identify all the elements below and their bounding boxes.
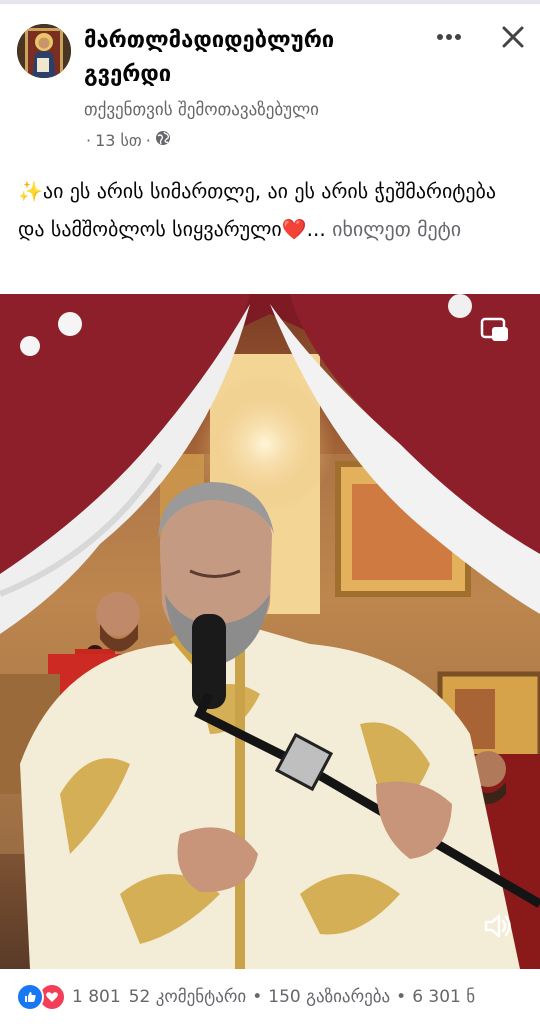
post-footer: 1 801 52 კომენტარი • 150 გაზიარება • 6 3… — [0, 969, 540, 1024]
see-more-link[interactable]: იხილეთ მეტი — [332, 217, 461, 241]
post-time[interactable]: 13 სთ — [95, 131, 142, 150]
close-icon — [502, 26, 524, 48]
reactions-summary[interactable] — [16, 982, 66, 1011]
post-meta: · 13 სთ · — [86, 130, 171, 150]
heart-emoji: ❤️ — [281, 217, 307, 241]
post-caption: ✨აი ეს არის სიმართლე, აი ეს არის ჭეშმარი… — [18, 172, 528, 248]
like-reaction-icon — [16, 982, 44, 1011]
caption-ellipsis: ... — [306, 217, 326, 241]
close-button[interactable] — [496, 20, 530, 54]
more-options-button[interactable] — [434, 22, 464, 52]
footer-separator: • — [396, 986, 407, 1007]
more-horizontal-icon — [437, 34, 461, 40]
shares-count[interactable]: 150 გაზიარება — [268, 987, 390, 1007]
meta-dot: · — [145, 130, 151, 150]
page-avatar[interactable] — [17, 24, 71, 78]
footer-separator: • — [252, 986, 263, 1007]
post-header: მართლმადიდებლური გვერდი თქვენთვის შემოთა… — [0, 4, 540, 154]
volume-button[interactable] — [480, 908, 516, 944]
picture-in-picture-icon — [480, 317, 508, 341]
sponsored-label: თქვენთვის შემოთავაზებული — [84, 100, 319, 120]
sparkles-emoji: ✨ — [18, 179, 43, 203]
video-frame — [0, 294, 540, 969]
meta-dot: · — [86, 130, 92, 150]
volume-icon — [484, 914, 511, 938]
comments-count[interactable]: 52 კომენტარი — [129, 987, 247, 1007]
video-player[interactable] — [0, 294, 540, 969]
picture-in-picture-button[interactable] — [477, 312, 513, 348]
views-count: 6 301 ნ — [412, 986, 476, 1007]
page-name[interactable]: მართლმადიდებლური გვერდი — [84, 24, 404, 92]
globe-icon — [155, 130, 171, 150]
reaction-count[interactable]: 1 801 — [72, 987, 121, 1007]
